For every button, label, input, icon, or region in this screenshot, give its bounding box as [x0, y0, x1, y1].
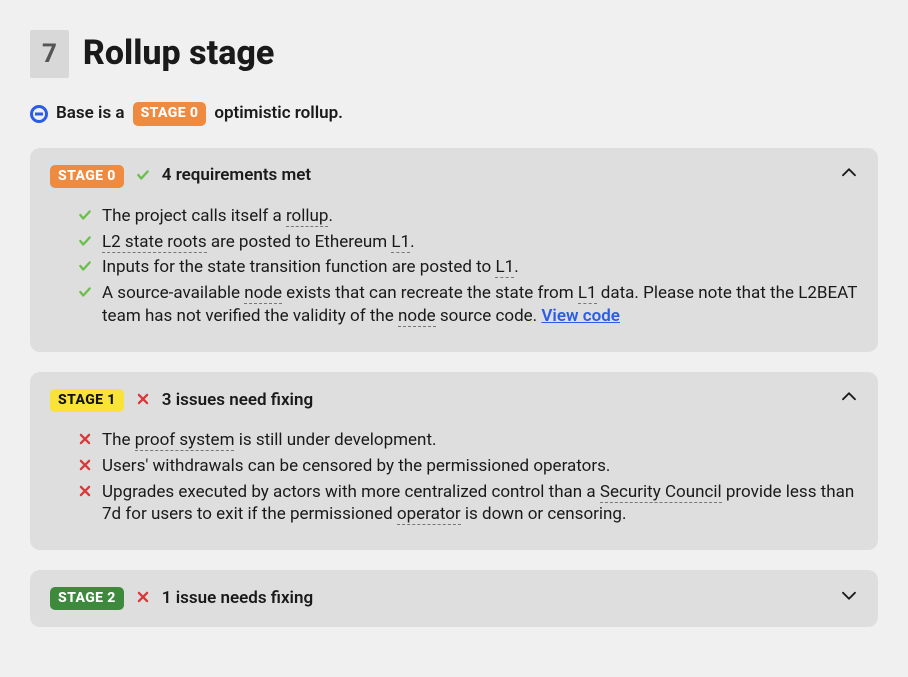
x-icon [78, 429, 92, 453]
glossary-term[interactable]: L1 [495, 257, 514, 278]
stage-status-text: 3 issues need fixing [162, 389, 313, 413]
stage-card: STAGE 1 3 issues need fixing The proof sys… [30, 372, 878, 550]
stage-status-text: 1 issue needs fixing [162, 587, 313, 611]
summary-prefix: Base is a [56, 102, 125, 126]
info-circle-icon [30, 105, 48, 123]
requirement-text: L2 state roots are posted to Ethereum L1… [102, 231, 415, 255]
chevron-up-icon[interactable] [840, 388, 858, 412]
stage-card-header[interactable]: STAGE 2 1 issue needs fixing [30, 570, 878, 626]
stage-badge: STAGE 2 [50, 587, 124, 611]
stage-card-header[interactable]: STAGE 1 3 issues need fixing [30, 372, 878, 428]
stage-card: STAGE 2 1 issue needs fixing [30, 570, 878, 626]
section-title: Rollup stage [83, 30, 274, 78]
glossary-term[interactable]: L1 [391, 232, 410, 253]
stage-card-body: The proof system is still under developm… [30, 429, 878, 551]
glossary-term[interactable]: proof system [135, 430, 235, 451]
summary-suffix: optimistic rollup. [214, 102, 343, 126]
glossary-term[interactable]: rollup [286, 206, 328, 227]
check-icon [136, 165, 150, 188]
stages-list: STAGE 0 4 requirements met The project cal… [30, 148, 878, 627]
summary-stage-badge: STAGE 0 [133, 102, 207, 126]
chevron-down-icon[interactable] [840, 586, 858, 610]
x-icon [136, 389, 150, 412]
section-header: 7 Rollup stage [30, 30, 878, 78]
check-icon [78, 231, 92, 255]
requirement-item: The proof system is still under developm… [78, 429, 858, 453]
requirement-item: L2 state roots are posted to Ethereum L1… [78, 231, 858, 255]
stage-status-text: 4 requirements met [162, 164, 311, 188]
check-icon [78, 205, 92, 229]
requirement-item: Upgrades executed by actors with more ce… [78, 481, 858, 527]
glossary-term[interactable]: node [244, 283, 282, 304]
glossary-term[interactable]: Security Council [600, 482, 722, 503]
requirement-text: The project calls itself a rollup. [102, 205, 333, 229]
requirement-item: A source-available node exists that can … [78, 282, 858, 328]
requirement-item: Inputs for the state transition function… [78, 256, 858, 280]
check-icon [78, 282, 92, 328]
requirement-text: Users' withdrawals can be censored by th… [102, 455, 610, 479]
section-number: 7 [30, 30, 69, 78]
x-icon [136, 587, 150, 610]
check-icon [78, 256, 92, 280]
glossary-term[interactable]: L2 state roots [102, 232, 207, 253]
requirement-text: A source-available node exists that can … [102, 282, 858, 328]
requirement-text: Upgrades executed by actors with more ce… [102, 481, 858, 527]
x-icon [78, 481, 92, 527]
stage-badge: STAGE 1 [50, 389, 124, 413]
requirement-item: The project calls itself a rollup. [78, 205, 858, 229]
stage-card-body: The project calls itself a rollup.L2 sta… [30, 205, 878, 353]
glossary-term[interactable]: node [398, 306, 436, 327]
chevron-up-icon[interactable] [840, 164, 858, 188]
summary-line: Base is a STAGE 0 optimistic rollup. [30, 102, 878, 126]
requirement-item: Users' withdrawals can be censored by th… [78, 455, 858, 479]
x-icon [78, 455, 92, 479]
glossary-term[interactable]: L1 [578, 283, 597, 304]
stage-card-header[interactable]: STAGE 0 4 requirements met [30, 148, 878, 204]
stage-badge: STAGE 0 [50, 165, 124, 189]
rollup-stage-section: 7 Rollup stage Base is a STAGE 0 optimis… [30, 30, 878, 627]
requirement-text: The proof system is still under developm… [102, 429, 436, 453]
requirement-text: Inputs for the state transition function… [102, 256, 519, 280]
stage-card: STAGE 0 4 requirements met The project cal… [30, 148, 878, 352]
glossary-term[interactable]: operator [397, 504, 461, 525]
view-code-link[interactable]: View code [541, 306, 620, 326]
